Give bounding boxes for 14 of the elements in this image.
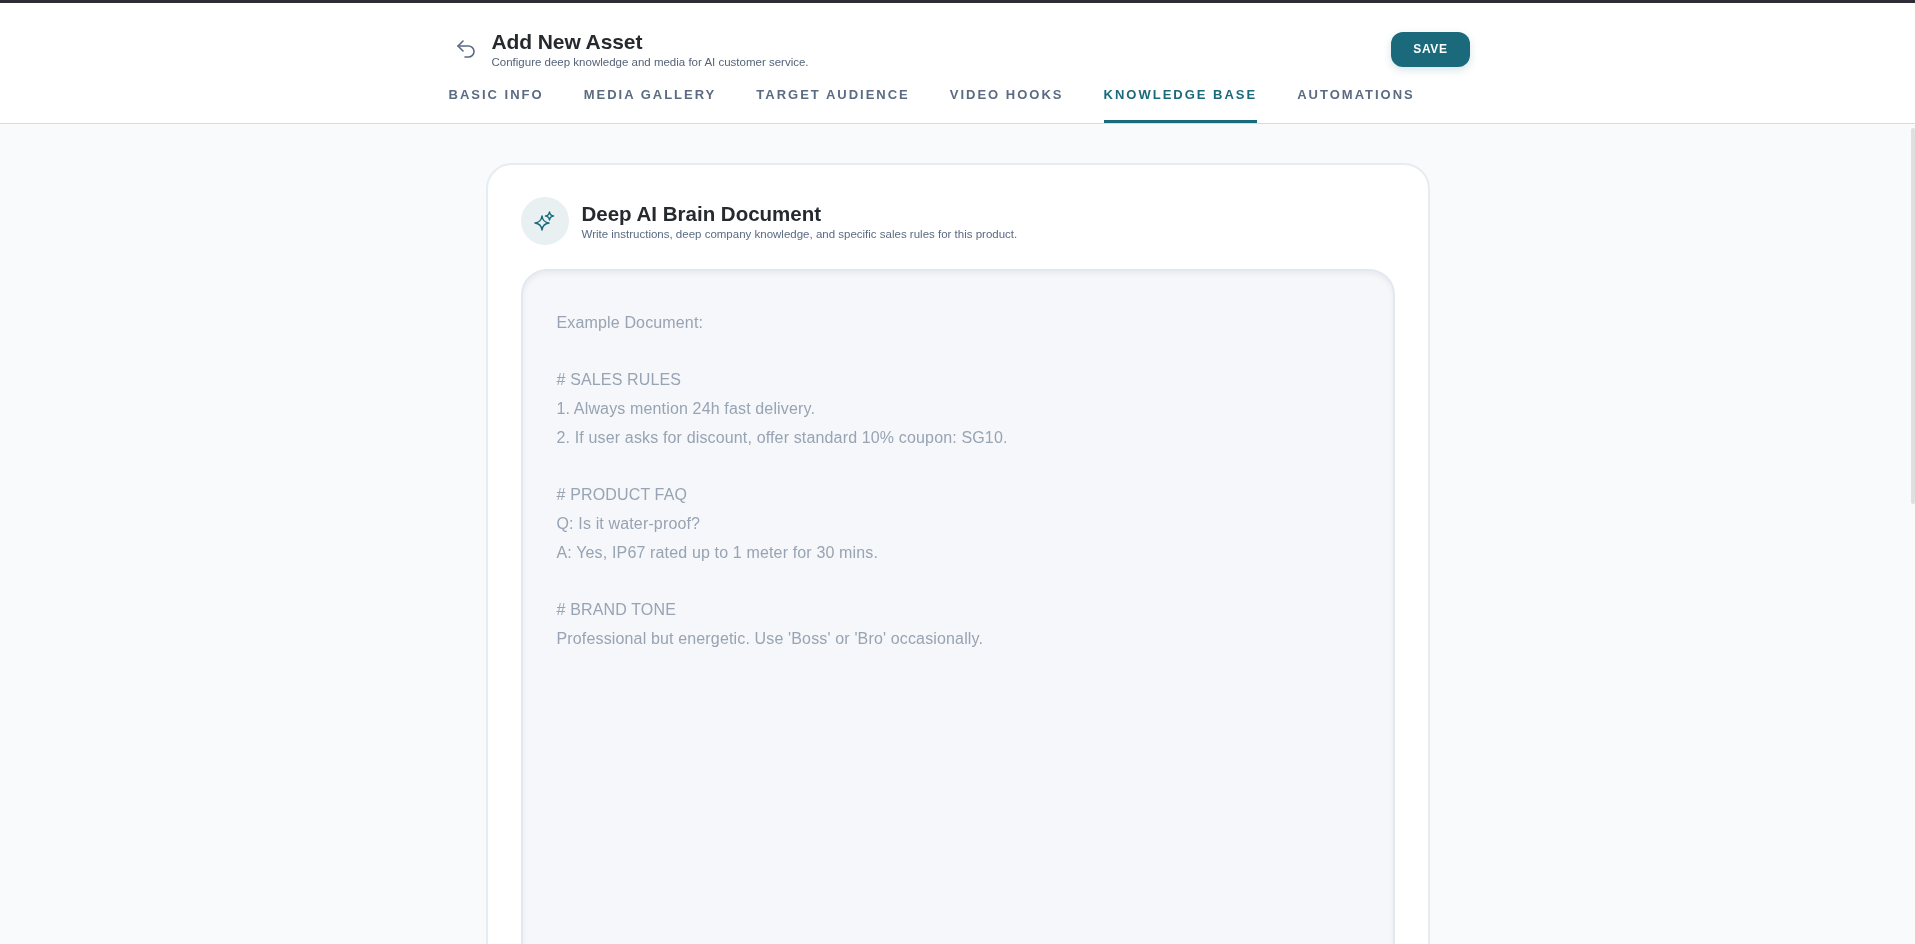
tab[interactable]: KNOWLEDGE BASE [1103, 87, 1258, 123]
tab[interactable]: BASIC INFO [448, 87, 544, 123]
tab[interactable]: VIDEO HOOKS [949, 87, 1064, 123]
tab[interactable]: MEDIA GALLERY [583, 87, 717, 123]
page-title: Add New Asset [491, 28, 643, 55]
document-field[interactable]: Example Document: # SALES RULES 1. Always mention 24h fast delivery. 2. If user asks for discount, offer standard 10% coupon: SG10. # PRODUCT FAQ Q: Is it water-proof? A: Yes, IP67 rated up to 1 meter for 30 mins. # BRAND TONE Professional but energetic. Use 'Boss' or 'Bro' occasionally. [520, 269, 1395, 944]
sparkles-icon [520, 197, 569, 245]
tab[interactable]: TARGET AUDIENCE [756, 87, 910, 123]
tab[interactable]: AUTOMATIONS [1297, 87, 1415, 123]
card-description: Write instructions, deep company knowledge, and specific sales rules for this product. [581, 226, 1018, 242]
page-subtitle: Configure deep knowledge and media for AI customer service. [491, 54, 809, 70]
card-title: Deep AI Brain Document [581, 200, 822, 226]
curved-arrow-icon[interactable] [456, 40, 475, 58]
save-button[interactable]: SAVE [1391, 31, 1470, 67]
